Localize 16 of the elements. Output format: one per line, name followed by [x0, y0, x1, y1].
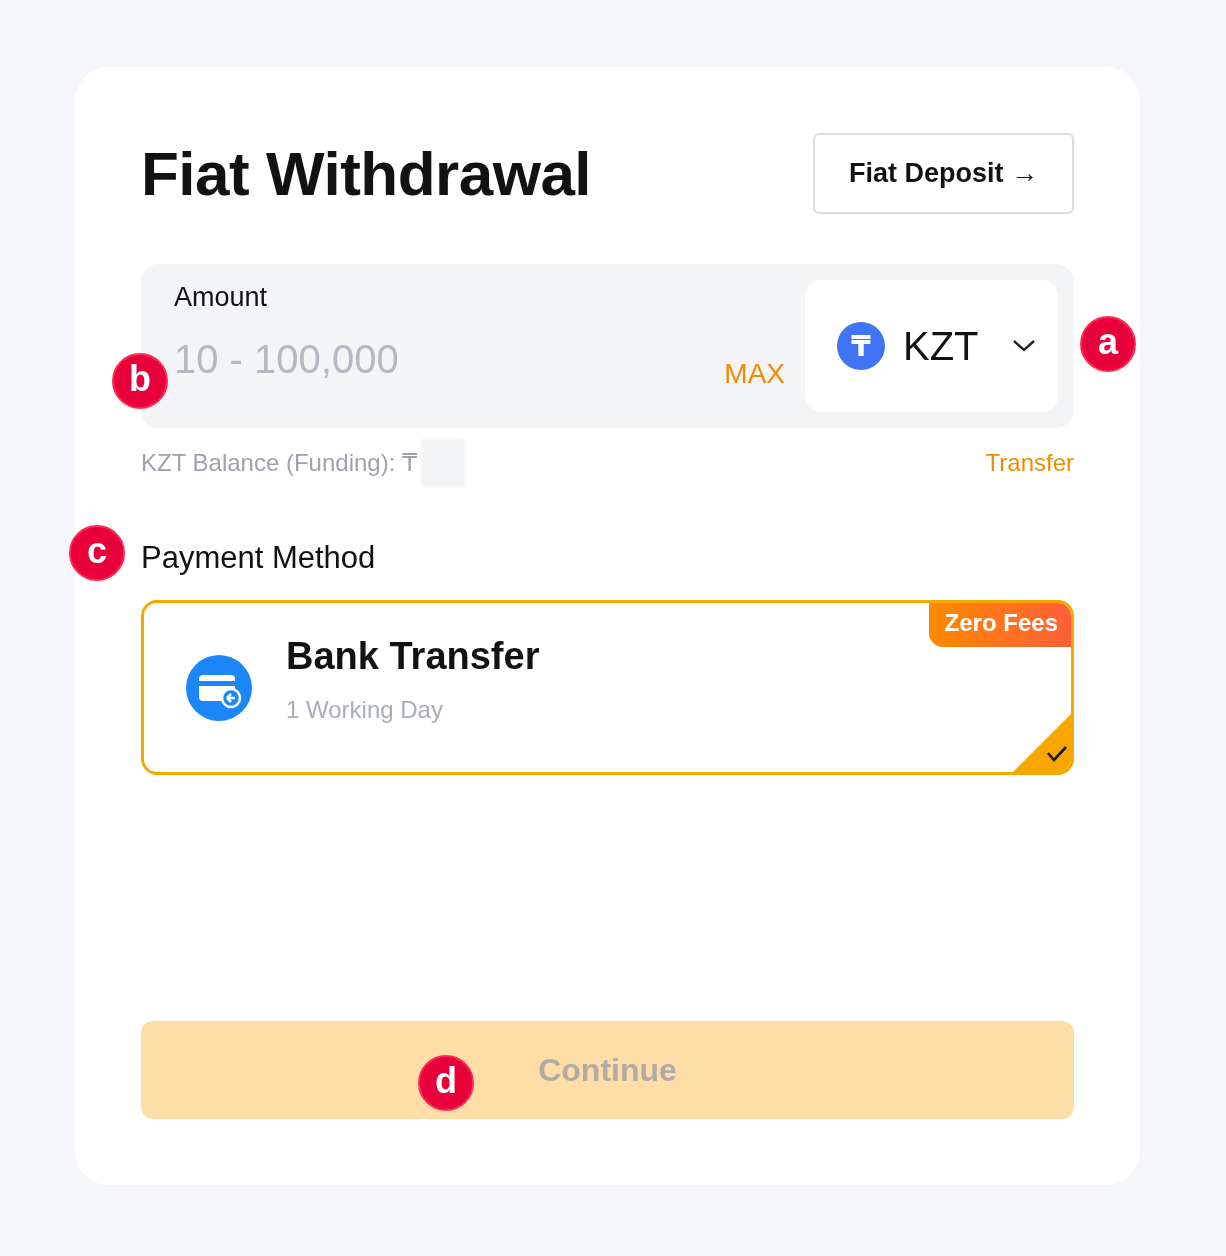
page-title: Fiat Withdrawal: [141, 138, 592, 209]
amount-label: Amount: [174, 282, 269, 313]
bank-card-icon: [186, 654, 252, 721]
currency-selector[interactable]: ₸ KZT: [805, 280, 1058, 412]
option-detail: 1 Working Day: [286, 696, 444, 724]
tenge-coin-icon: ₸: [837, 322, 885, 370]
callout-marker: c: [69, 525, 125, 581]
callout-marker: b: [112, 353, 168, 409]
chevron-down-icon: [1012, 339, 1036, 353]
zero-fees-badge: Zero Fees: [928, 603, 1071, 647]
option-title: Bank Transfer: [286, 635, 540, 678]
fiat-deposit-button[interactable]: Fiat Deposit →: [813, 133, 1074, 214]
callout-marker: a: [1080, 316, 1136, 372]
section-label: Payment Method: [141, 540, 376, 575]
payment-option[interactable]: Bank Transfer 1 Working Day Zero Fees: [141, 600, 1074, 775]
balance-label: KZT Balance (Funding): ₸: [141, 449, 418, 477]
